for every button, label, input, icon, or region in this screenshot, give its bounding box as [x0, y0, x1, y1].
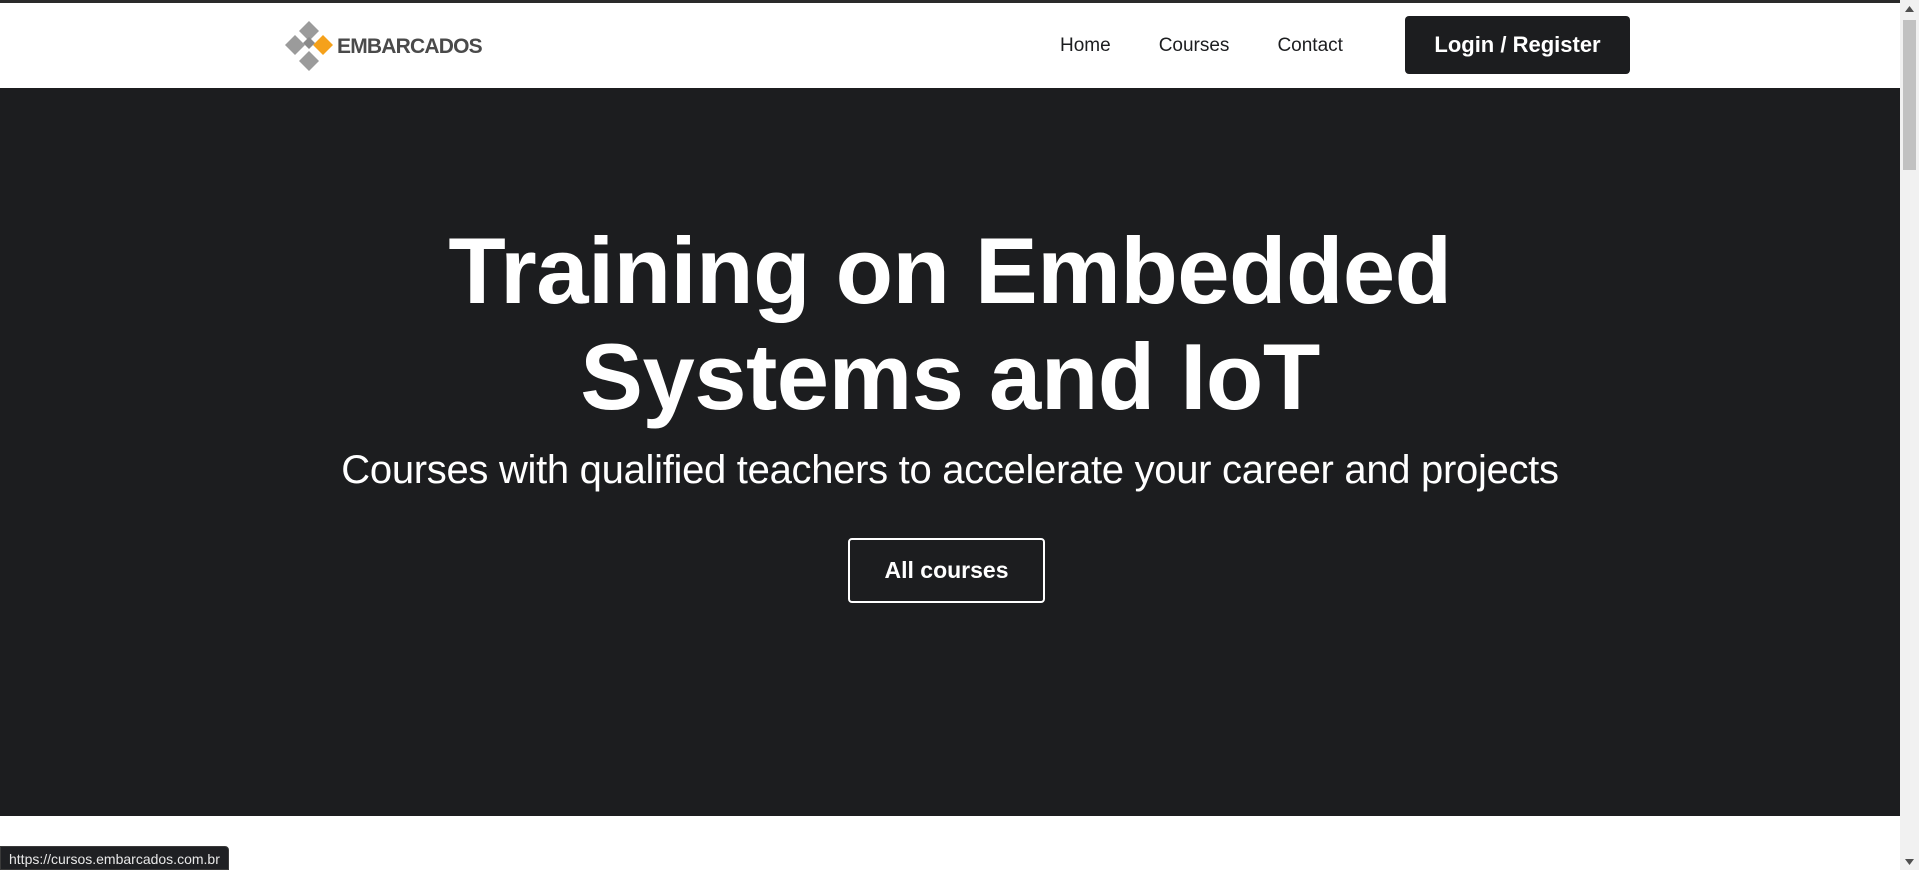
navbar: EMBARCADOS Home Courses Contact Login / …: [0, 3, 1900, 88]
login-register-button[interactable]: Login / Register: [1405, 16, 1630, 74]
chevron-up-icon[interactable]: [1900, 0, 1919, 17]
site-logo[interactable]: EMBARCADOS: [283, 17, 483, 77]
nav-courses-link[interactable]: Courses: [1159, 35, 1230, 57]
link-status-bar: https://cursos.embarcados.com.br: [0, 846, 229, 870]
hero-title: Training on Embedded Systems and IoT: [448, 218, 1452, 429]
hero-section: Training on Embedded Systems and IoT Cou…: [0, 88, 1900, 816]
main-nav: Home Courses Contact: [1060, 3, 1343, 88]
nav-home-link[interactable]: Home: [1060, 35, 1111, 57]
chevron-down-icon[interactable]: [1900, 853, 1919, 870]
scrollbar-thumb[interactable]: [1903, 20, 1916, 170]
logo-text: EMBARCADOS: [337, 35, 483, 58]
vertical-scrollbar[interactable]: [1900, 0, 1919, 870]
all-courses-button[interactable]: All courses: [848, 538, 1045, 603]
nav-contact-link[interactable]: Contact: [1277, 35, 1342, 57]
hero-subtitle: Courses with qualified teachers to accel…: [341, 448, 1559, 492]
embarcados-logo-icon: [283, 19, 335, 75]
